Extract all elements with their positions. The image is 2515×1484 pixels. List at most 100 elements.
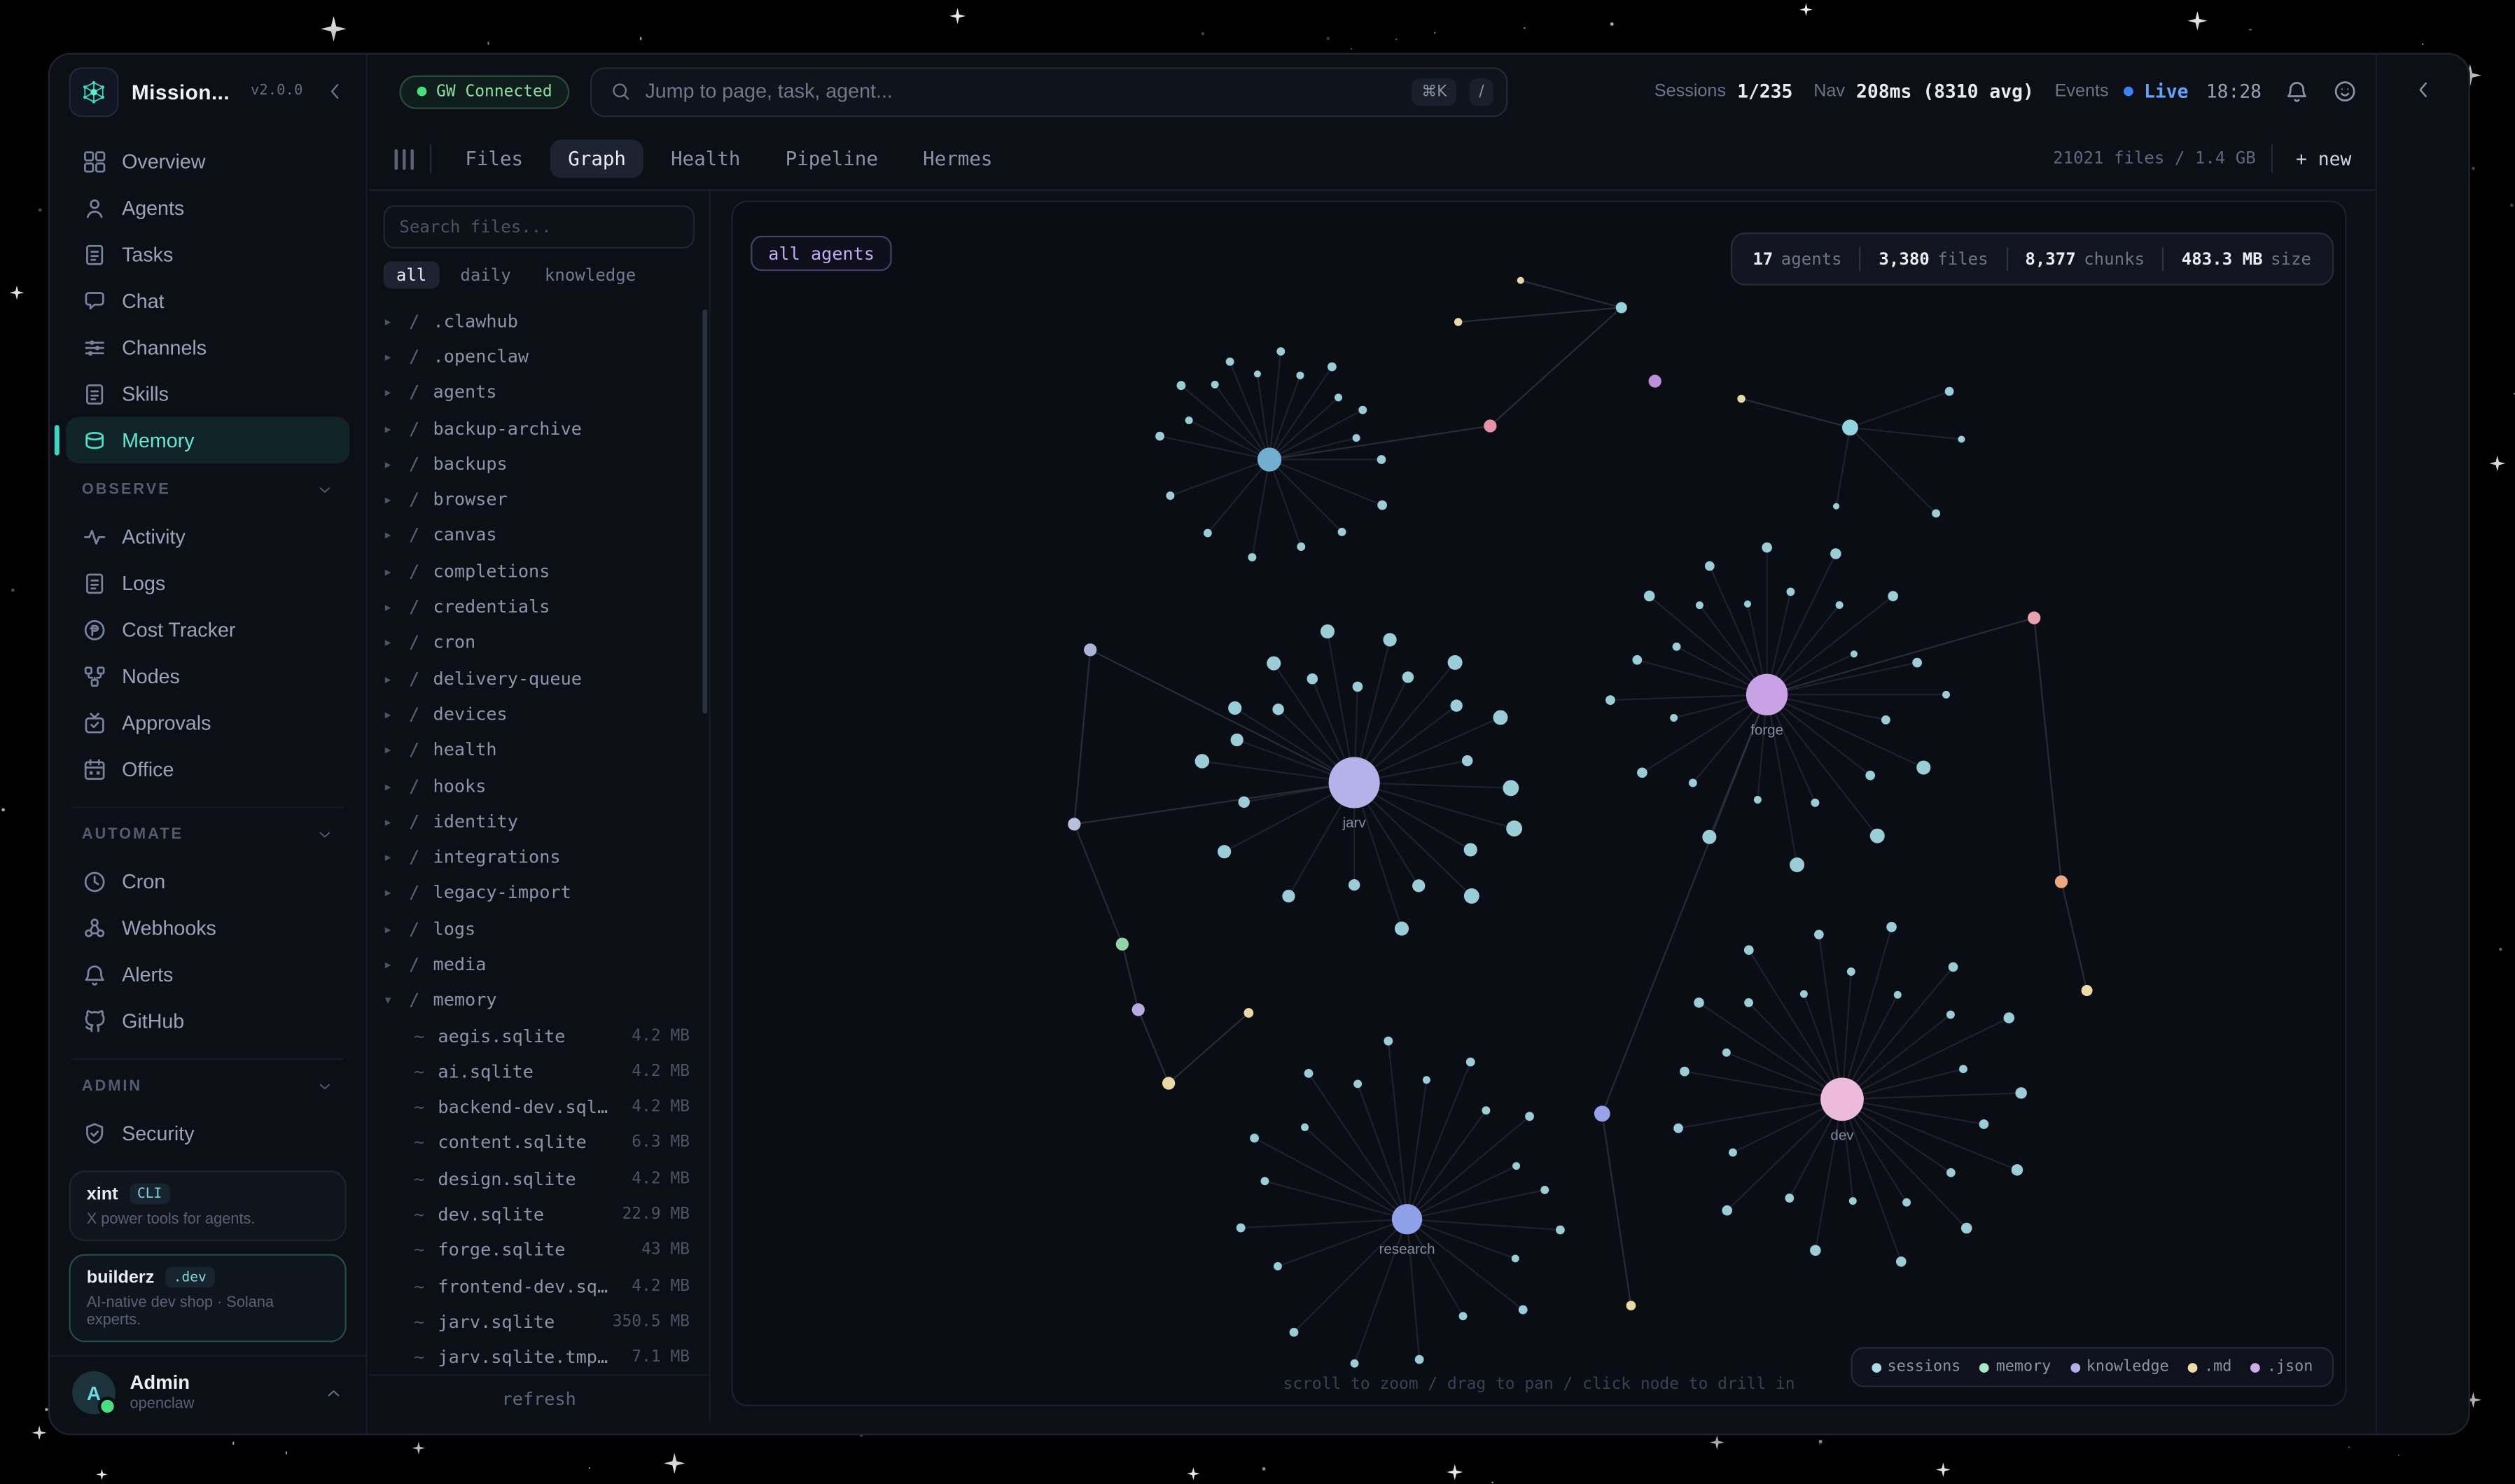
graph-satellite[interactable]	[1902, 1198, 1911, 1207]
graph-satellite[interactable]	[1512, 1254, 1519, 1262]
graph-satellite[interactable]	[1358, 406, 1367, 414]
tab-pipeline[interactable]: Pipeline	[767, 139, 896, 178]
graph-satellite[interactable]	[1979, 1119, 1989, 1129]
tree-folder-canvas[interactable]: ▸/canvas	[369, 517, 709, 553]
sidebar-item-agents[interactable]: Agents	[66, 184, 349, 230]
memory-graph[interactable]: jarvforgedevresearch	[733, 202, 2345, 1405]
graph-loose-node[interactable]	[1737, 395, 1745, 402]
bell-icon[interactable]	[2284, 78, 2310, 104]
graph-satellite[interactable]	[1155, 432, 1164, 441]
graph-satellite[interactable]	[1847, 967, 1855, 976]
graph-satellite[interactable]	[1412, 879, 1425, 892]
graph-satellite[interactable]	[1195, 754, 1210, 769]
chevron-up-icon[interactable]	[324, 1383, 343, 1402]
sidebar-item-office[interactable]: Office	[66, 746, 349, 792]
graph-satellite[interactable]	[1415, 1355, 1424, 1364]
graph-satellite[interactable]	[1276, 347, 1285, 356]
section-header-admin[interactable]: ADMIN	[50, 1063, 365, 1100]
sidebar-item-overview[interactable]: Overview	[66, 138, 349, 184]
graph-loose-node[interactable]	[1594, 1106, 1610, 1122]
graph-loose-node[interactable]	[1649, 374, 1661, 387]
graph-satellite[interactable]	[1321, 624, 1335, 638]
section-header-observe[interactable]: OBSERVE	[50, 467, 365, 504]
sidebar-collapse-icon[interactable]	[324, 80, 347, 103]
graph-satellite[interactable]	[1894, 991, 1902, 999]
graph-satellite[interactable]	[1274, 1262, 1282, 1270]
graph-satellite[interactable]	[1503, 780, 1519, 796]
sidebar-item-cron[interactable]: Cron	[66, 858, 349, 904]
graph-satellite[interactable]	[1525, 1112, 1534, 1121]
tree-folder-hooks[interactable]: ▸/hooks	[369, 768, 709, 804]
graph-loose-node[interactable]	[1616, 302, 1627, 313]
graph-node-research[interactable]	[1392, 1204, 1422, 1234]
graph-satellite[interactable]	[1680, 1067, 1690, 1077]
sidebar-item-cost-tracker[interactable]: Cost Tracker	[66, 606, 349, 652]
graph-satellite[interactable]	[1811, 799, 1819, 807]
agents-filter-chip[interactable]: all agents	[751, 236, 892, 271]
graph-satellite[interactable]	[1851, 650, 1858, 657]
graph-satellite[interactable]	[1338, 528, 1346, 536]
sidebar-item-skills[interactable]: Skills	[66, 370, 349, 416]
graph-satellite[interactable]	[1493, 710, 1507, 724]
graph-satellite[interactable]	[1637, 768, 1647, 778]
graph-satellite[interactable]	[1353, 434, 1360, 442]
graph-satellite[interactable]	[1466, 1058, 1475, 1067]
tree-folder-credentials[interactable]: ▸/credentials	[369, 589, 709, 625]
graph-satellite[interactable]	[1961, 1223, 1972, 1234]
graph-loose-node[interactable]	[1626, 1301, 1636, 1310]
tree-folder-agents[interactable]: ▸/agents	[369, 374, 709, 410]
filter-all[interactable]: all	[384, 261, 440, 288]
graph-node-dev[interactable]	[1820, 1078, 1864, 1121]
graph-satellite[interactable]	[1260, 1177, 1269, 1185]
graph-satellite[interactable]	[1353, 682, 1363, 692]
graph-satellite[interactable]	[1254, 370, 1261, 377]
tab-health[interactable]: Health	[653, 139, 758, 178]
graph-satellite[interactable]	[1886, 922, 1897, 932]
graph-loose-node[interactable]	[1517, 277, 1524, 284]
file-search-input[interactable]: Search files...	[384, 205, 695, 248]
sidebar-item-nodes[interactable]: Nodes	[66, 652, 349, 699]
graph-satellite[interactable]	[1744, 601, 1751, 608]
graph-satellite[interactable]	[1166, 491, 1174, 500]
graph-satellite[interactable]	[1754, 796, 1762, 804]
graph-satellite[interactable]	[1673, 643, 1681, 651]
graph-satellite[interactable]	[1297, 542, 1305, 551]
graph-satellite[interactable]	[1949, 962, 1958, 972]
graph-satellite[interactable]	[1722, 1205, 1732, 1216]
tree-folder-backup-archive[interactable]: ▸/backup-archive	[369, 410, 709, 446]
promo-card-xint[interactable]: xintCLIX power tools for agents.	[69, 1170, 347, 1241]
sidebar-item-webhooks[interactable]: Webhooks	[66, 904, 349, 951]
graph-loose-node[interactable]	[1484, 419, 1496, 432]
graph-satellite[interactable]	[1304, 1069, 1314, 1078]
graph-loose-node[interactable]	[1116, 938, 1129, 951]
graph-satellite[interactable]	[1282, 890, 1295, 902]
graph-satellite[interactable]	[1722, 1049, 1731, 1057]
graph-satellite[interactable]	[1377, 500, 1387, 510]
graph-satellite[interactable]	[2015, 1087, 2026, 1098]
tree-folder-backups[interactable]: ▸/backups	[369, 446, 709, 482]
graph-satellite[interactable]	[1762, 542, 1772, 553]
graph-satellite[interactable]	[1942, 691, 1950, 699]
graph-loose-node[interactable]	[1454, 318, 1462, 326]
sidebar-item-activity[interactable]: Activity	[66, 513, 349, 559]
sidebar-item-alerts[interactable]: Alerts	[66, 951, 349, 997]
tree-file[interactable]: ~dev.sqlite22.9 MB	[369, 1197, 709, 1233]
graph-satellite[interactable]	[1958, 435, 1965, 442]
graph-satellite[interactable]	[1512, 1162, 1520, 1170]
tree-folder-completions[interactable]: ▸/completions	[369, 554, 709, 589]
graph-satellite[interactable]	[1912, 658, 1922, 668]
sidebar-item-memory[interactable]: Memory	[66, 417, 349, 463]
graph-satellite[interactable]	[1705, 561, 1715, 571]
graph-satellite[interactable]	[1694, 997, 1704, 1008]
tree-folder-integrations[interactable]: ▸/integrations	[369, 839, 709, 875]
graph-loose-node[interactable]	[1084, 643, 1096, 656]
section-header-automate[interactable]: AUTOMATE	[50, 811, 365, 848]
graph-satellite[interactable]	[1423, 1076, 1430, 1084]
sidebar-item-channels[interactable]: Channels	[66, 324, 349, 370]
graph-satellite[interactable]	[1351, 1359, 1359, 1368]
layout-columns-icon[interactable]	[395, 148, 414, 169]
graph-loose-node[interactable]	[1068, 818, 1080, 830]
sidebar-item-tasks[interactable]: Tasks	[66, 231, 349, 277]
graph-satellite[interactable]	[1328, 363, 1337, 372]
graph-satellite[interactable]	[1307, 673, 1318, 685]
